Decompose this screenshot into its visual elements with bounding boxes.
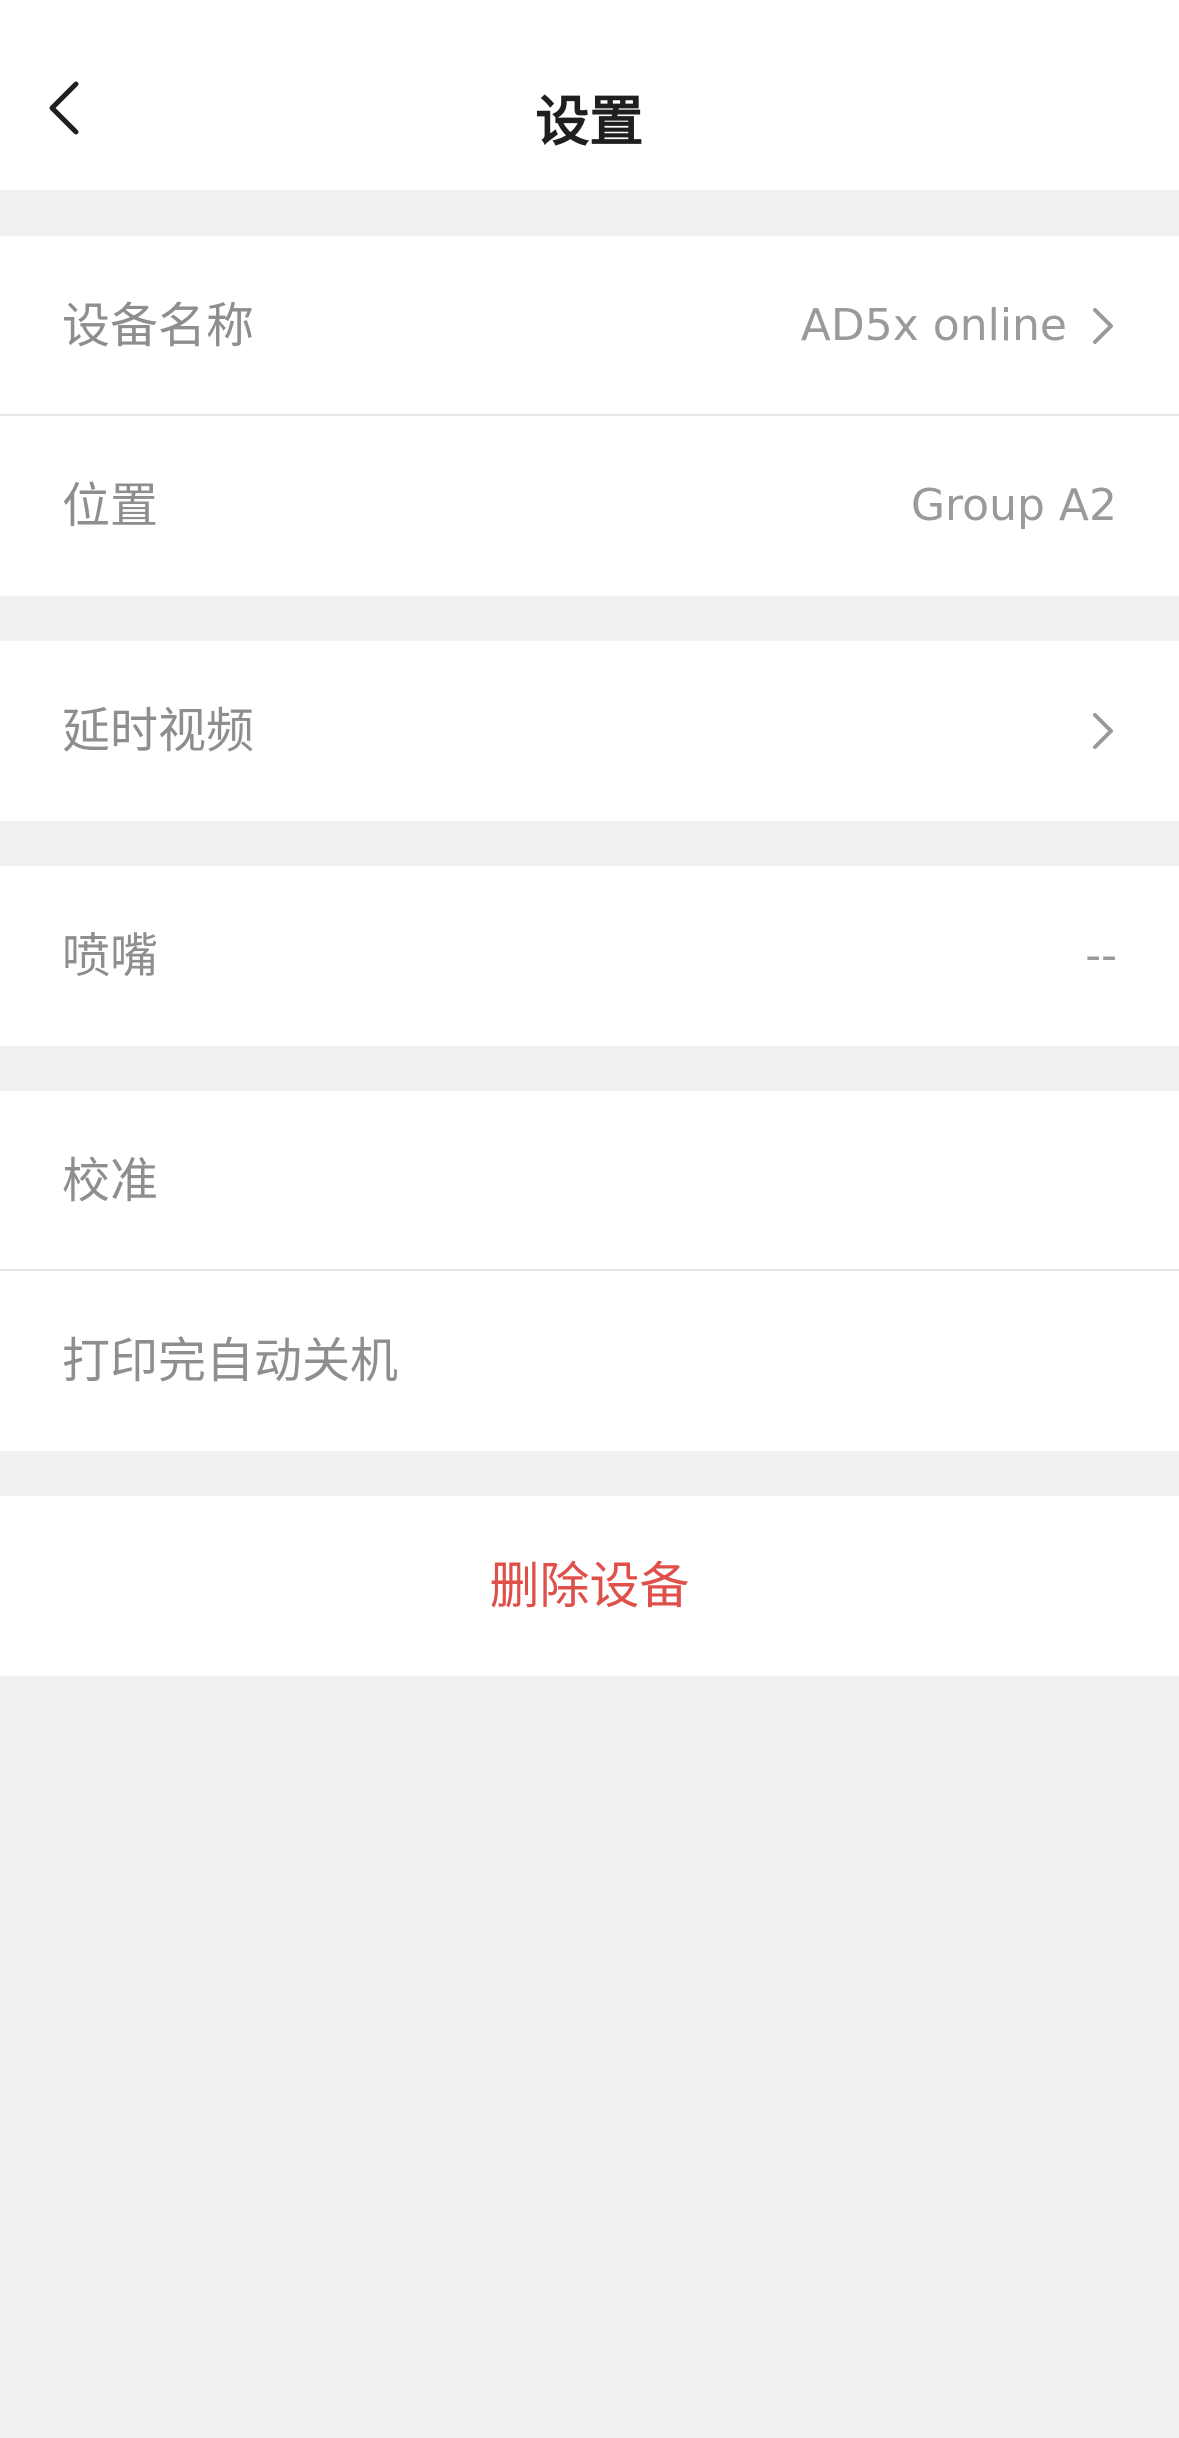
settings-group-device: 设备名称 AD5x online 位置 Group A2 (0, 236, 1179, 596)
delete-device-button[interactable]: 删除设备 (0, 1496, 1179, 1676)
chevron-right-icon (1087, 302, 1117, 350)
settings-group-printing: 校准 打印完自动关机 (0, 1091, 1179, 1451)
device-name-value: AD5x online (800, 300, 1067, 351)
location-label: 位置 (62, 478, 159, 534)
calibration-label: 校准 (62, 1153, 159, 1209)
navigation-bar: 设置 (0, 0, 1179, 190)
timelapse-video-label: 延时视频 (62, 703, 255, 759)
nozzle-row: 喷嘴 -- (0, 866, 1179, 1046)
chevron-right-icon (1087, 707, 1117, 755)
page-title: 设置 (535, 90, 644, 153)
settings-group-nozzle: 喷嘴 -- (0, 866, 1179, 1046)
device-name-label: 设备名称 (62, 298, 255, 354)
nozzle-value: -- (1085, 930, 1117, 981)
auto-shutdown-label: 打印完自动关机 (62, 1333, 399, 1389)
nozzle-label: 喷嘴 (62, 928, 159, 984)
auto-shutdown-row[interactable]: 打印完自动关机 (0, 1271, 1179, 1451)
settings-group-timelapse: 延时视频 (0, 641, 1179, 821)
location-row: 位置 Group A2 (0, 416, 1179, 596)
device-name-row[interactable]: 设备名称 AD5x online (0, 236, 1179, 416)
calibration-row[interactable]: 校准 (0, 1091, 1179, 1271)
location-value: Group A2 (910, 480, 1117, 531)
settings-group-delete: 删除设备 (0, 1496, 1179, 1676)
timelapse-video-row[interactable]: 延时视频 (0, 641, 1179, 821)
